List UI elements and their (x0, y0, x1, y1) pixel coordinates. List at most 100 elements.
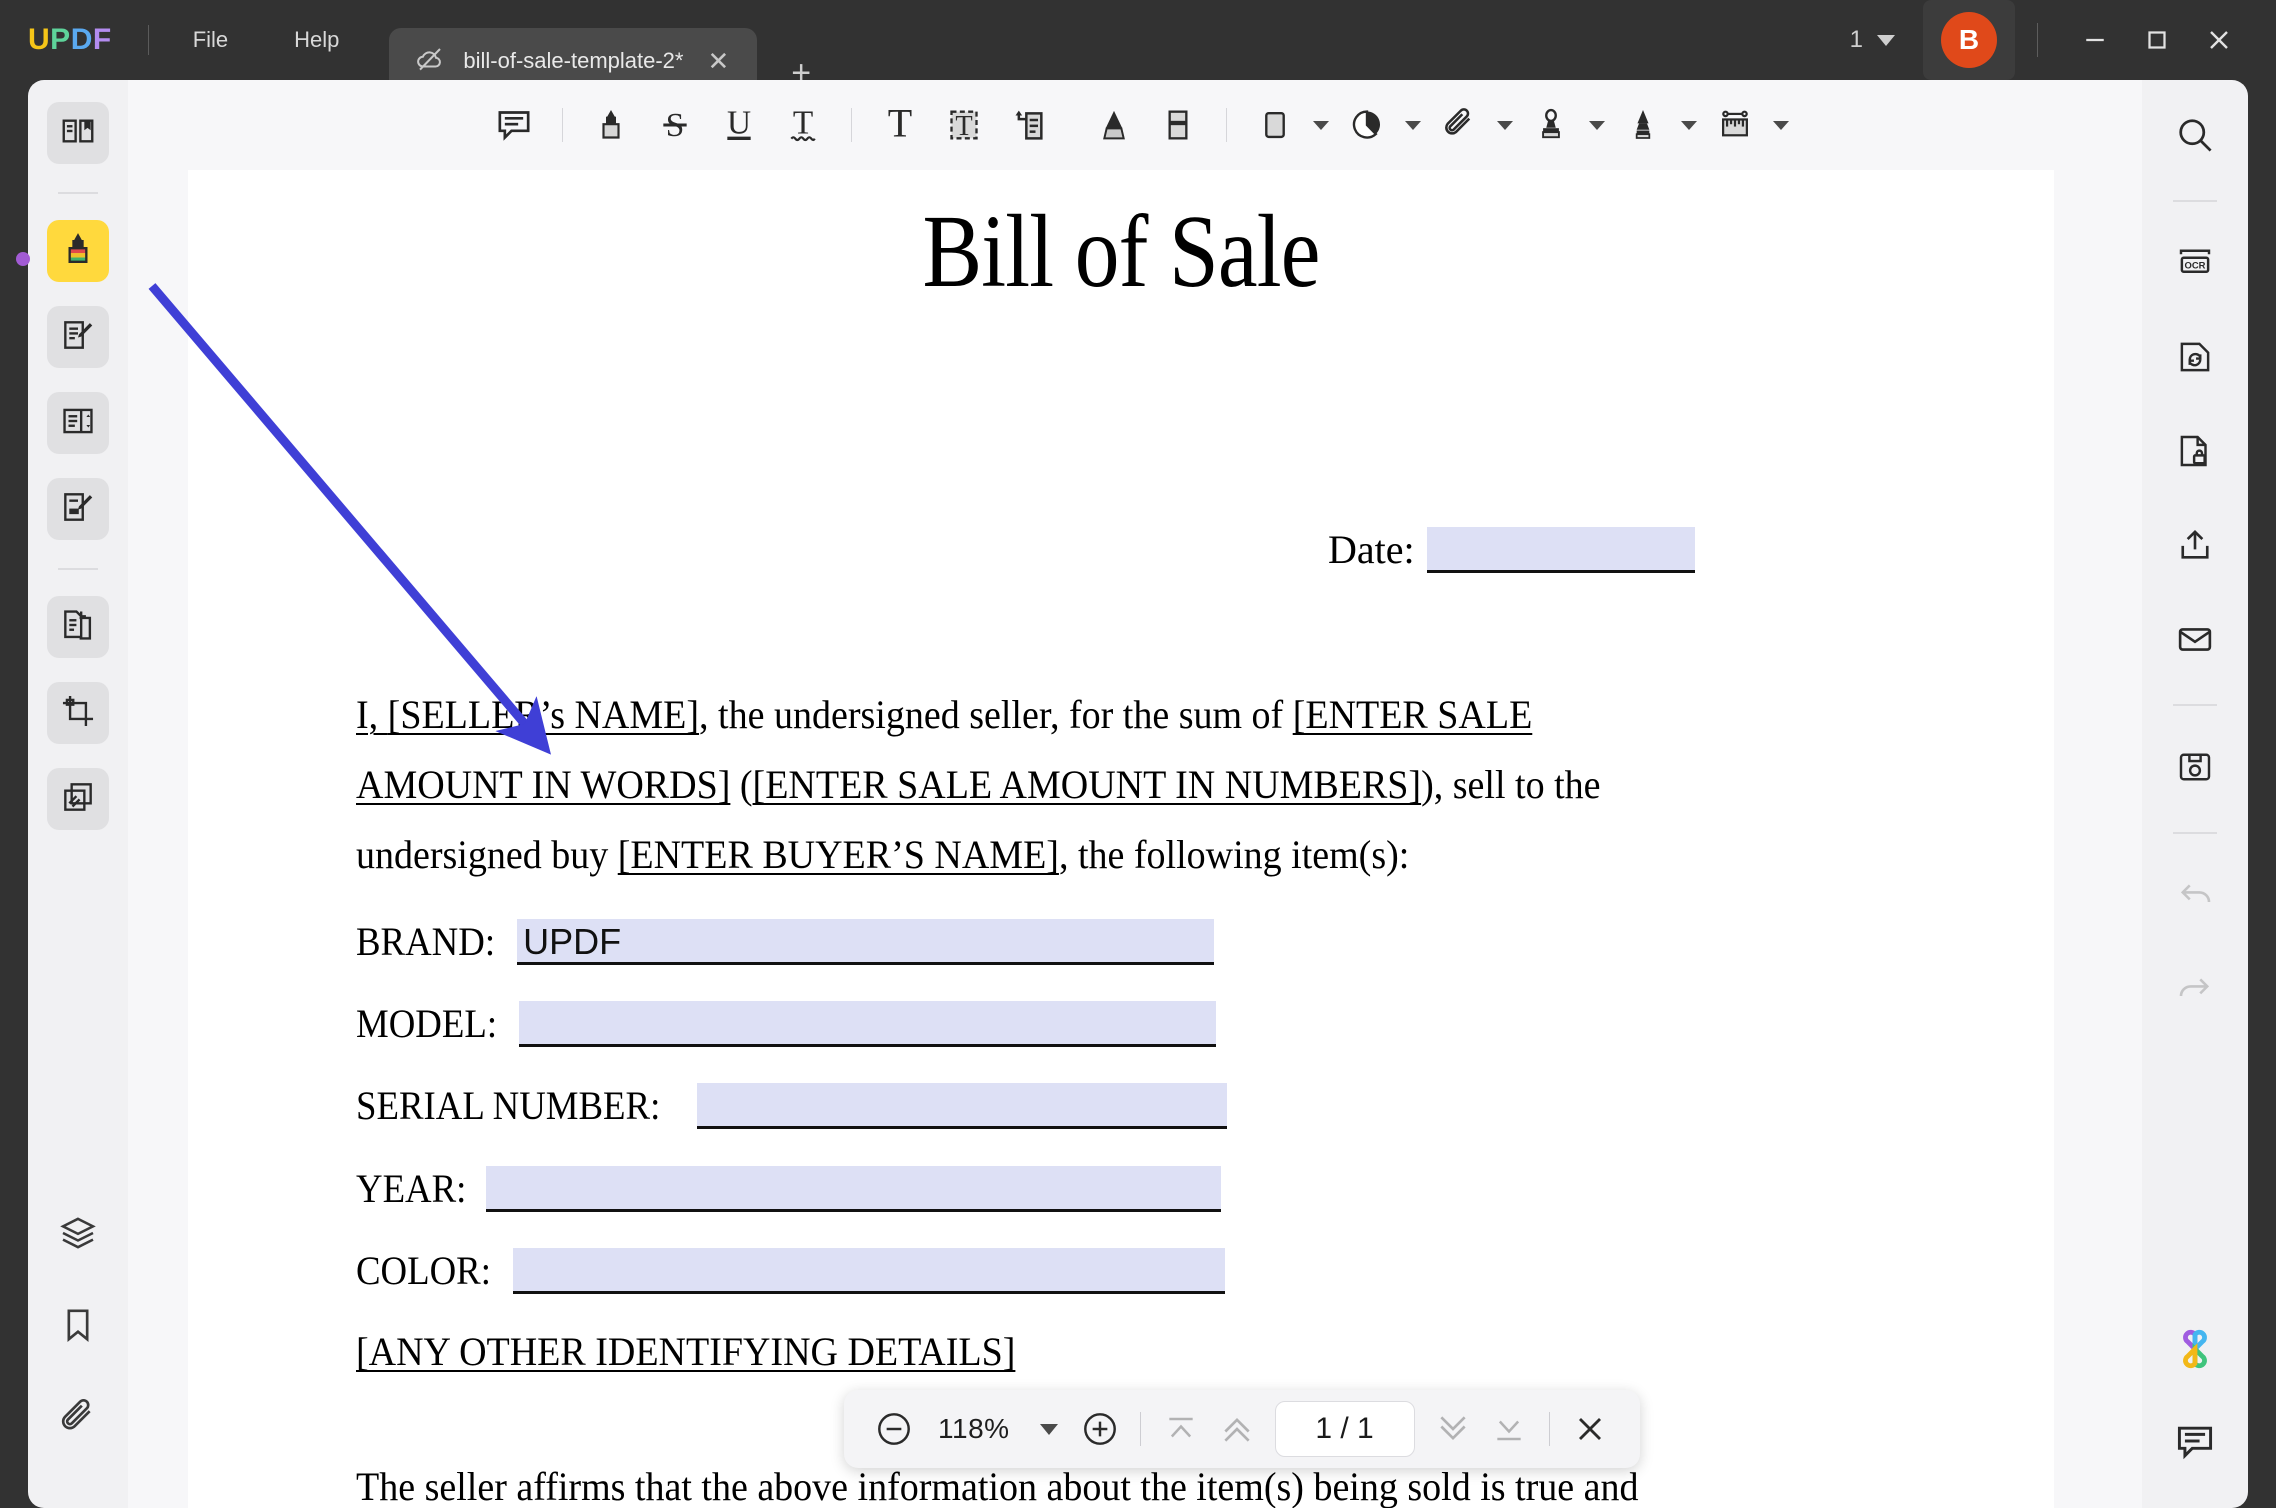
date-row: Date: (1328, 526, 1695, 573)
rightbar-protect[interactable] (2164, 422, 2226, 484)
zoom-in-button[interactable] (1072, 1401, 1128, 1457)
rightbar-redo[interactable] (2164, 960, 2226, 1022)
zoom-level-value[interactable]: 118% (922, 1413, 1026, 1445)
menu-file[interactable]: File (171, 17, 250, 63)
right-sidebar: OCR (2142, 80, 2248, 1508)
pdf-page[interactable]: Bill of Sale Date: I, [SELLER’s NAME], t… (188, 170, 2054, 1508)
tool-measure[interactable] (1703, 93, 1795, 157)
window-controls-group: 1 B (1836, 0, 2276, 80)
menu-help[interactable]: Help (272, 17, 361, 63)
tool-text[interactable]: T (868, 93, 932, 157)
sidebar-item-annotate[interactable] (47, 220, 109, 282)
rightbar-ocr[interactable]: OCR (2164, 234, 2226, 296)
field-model[interactable] (519, 1001, 1217, 1047)
date-label: Date: (1328, 527, 1415, 572)
logo-letter-p: P (50, 23, 71, 56)
logo-letter-d: D (70, 23, 93, 56)
sidebar-item-compare[interactable] (47, 768, 109, 830)
sidebar-item-layers[interactable] (47, 1204, 109, 1266)
close-button[interactable] (2188, 10, 2250, 70)
search-icon (2173, 113, 2217, 162)
minimize-button[interactable] (2064, 10, 2126, 70)
field-brand-label: BRAND: (356, 919, 496, 964)
tool-attachment[interactable] (1427, 93, 1519, 157)
tool-shapes[interactable] (1243, 93, 1335, 157)
field-brand[interactable]: UPDF (517, 919, 1215, 965)
svg-text:T: T (955, 111, 972, 142)
tool-squiggly[interactable]: T (771, 93, 835, 157)
save-disk-icon (2174, 746, 2216, 793)
document-title: Bill of Sale (922, 194, 1320, 309)
field-year-label: YEAR: (356, 1166, 467, 1211)
first-page-button[interactable] (1153, 1401, 1209, 1457)
previous-page-button[interactable] (1209, 1401, 1265, 1457)
logo-letter-f: F (92, 23, 112, 56)
field-serial-number[interactable] (696, 1083, 1227, 1129)
window-controls-divider (2037, 23, 2038, 57)
tool-underline[interactable]: U (707, 93, 771, 157)
rightbar-convert[interactable] (2164, 328, 2226, 390)
tool-highlight[interactable] (579, 93, 643, 157)
avatar: B (1941, 12, 1997, 68)
p1-seg-0: I, (356, 692, 388, 737)
sidebar-item-crop[interactable] (47, 682, 109, 744)
chevron-down-icon (1680, 120, 1697, 130)
page-organize-icon (59, 402, 97, 445)
updf-logo: UPDF (28, 23, 112, 57)
field-color[interactable] (512, 1248, 1225, 1294)
tool-strikethrough[interactable]: S (643, 93, 707, 157)
close-zoombar-button[interactable] (1562, 1401, 1618, 1457)
window-page-selector[interactable]: 1 (1836, 18, 1909, 62)
page-indicator[interactable]: 1 / 1 (1274, 1401, 1415, 1457)
rightbar-save[interactable] (2164, 738, 2226, 800)
rightbar-email[interactable] (2164, 610, 2226, 672)
rightbar-ai-assistant[interactable] (2164, 1320, 2226, 1382)
ai-clover-icon (2171, 1325, 2219, 1378)
redo-arrow-icon (2174, 968, 2216, 1015)
field-year[interactable] (486, 1166, 1221, 1212)
svg-text:T: T (887, 105, 911, 145)
next-page-button[interactable] (1425, 1401, 1481, 1457)
sidebar-item-reader[interactable] (47, 102, 109, 164)
sidebar-item-convert[interactable] (47, 596, 109, 658)
date-field-value (1427, 529, 1433, 570)
field-color-value (513, 1250, 519, 1291)
paragraph-1: I, [SELLER’s NAME], the undersigned sell… (356, 680, 1705, 890)
account-button[interactable]: B (1923, 0, 2015, 80)
field-serial-number-value (697, 1085, 703, 1126)
tool-text-box[interactable]: T (932, 93, 996, 157)
sidebar-item-organize-pages[interactable] (47, 392, 109, 454)
rightbar-share[interactable] (2164, 516, 2226, 578)
sidebar-item-edit-pdf[interactable] (47, 306, 109, 368)
left-sidebar-bottom (28, 1204, 128, 1480)
sidebar-item-fill-sign[interactable] (47, 478, 109, 540)
zoom-out-button[interactable] (866, 1401, 922, 1457)
zoom-toolbar: 118% 1 / 1 (844, 1390, 1640, 1468)
rightbar-comments[interactable] (2164, 1412, 2226, 1474)
chevron-down-icon (1496, 120, 1513, 130)
tool-note[interactable] (482, 93, 546, 157)
tool-pencil[interactable] (1082, 93, 1146, 157)
tool-signature[interactable] (1611, 93, 1703, 157)
field-year-value (486, 1168, 492, 1209)
sidebar-divider-2 (58, 568, 98, 570)
chevron-down-icon (1772, 120, 1789, 130)
tool-sticky-note[interactable] (996, 93, 1060, 157)
maximize-button[interactable] (2126, 10, 2188, 70)
sidebar-item-bookmarks[interactable] (47, 1296, 109, 1358)
toolbar-divider-2 (850, 108, 852, 142)
tool-eraser[interactable] (1146, 93, 1210, 157)
comment-note-icon (2173, 1419, 2217, 1468)
tool-stamp[interactable] (1519, 93, 1611, 157)
rightbar-search[interactable] (2164, 106, 2226, 168)
chevron-down-icon (1588, 120, 1605, 130)
zoom-dropdown-chevron-icon[interactable] (1039, 1423, 1058, 1435)
date-field[interactable] (1426, 527, 1695, 573)
svg-text:U: U (726, 105, 750, 141)
last-page-button[interactable] (1481, 1401, 1537, 1457)
rightbar-undo[interactable] (2164, 866, 2226, 928)
sidebar-item-attachments[interactable] (47, 1388, 109, 1450)
field-model-value (519, 1003, 525, 1044)
fill-sign-icon (59, 488, 97, 531)
tool-stamp-shape[interactable] (1335, 93, 1427, 157)
